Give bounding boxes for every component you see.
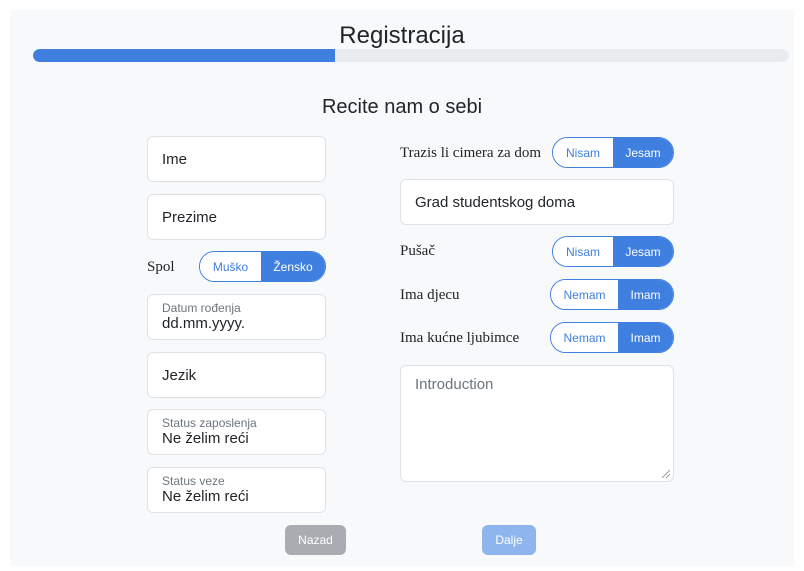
gender-option-male[interactable]: Muško bbox=[200, 252, 261, 281]
next-button[interactable]: Dalje bbox=[482, 525, 536, 555]
progress-bar-fill bbox=[33, 49, 336, 62]
first-name-input[interactable]: Ime bbox=[147, 136, 326, 182]
dorm-city-input[interactable]: Grad studentskog doma bbox=[400, 179, 674, 225]
pets-option-yes[interactable]: Imam bbox=[618, 323, 673, 352]
section-title: Recite nam o sebi bbox=[321, 96, 483, 118]
employment-status-value: Ne želim reći bbox=[162, 430, 249, 447]
roommate-option-no[interactable]: Nisam bbox=[553, 138, 613, 167]
registration-card: Registracija Recite nam o sebi Ime Prezi… bbox=[10, 10, 794, 566]
children-label: Ima djecu bbox=[400, 287, 460, 303]
relationship-status-select[interactable]: Status veze Ne želim reći bbox=[147, 467, 326, 513]
children-option-no[interactable]: Nemam bbox=[551, 280, 618, 309]
page-title: Registracija bbox=[339, 22, 465, 49]
smoker-toggle: Nisam Jesam bbox=[552, 236, 674, 267]
relationship-status-value: Ne želim reći bbox=[162, 488, 249, 505]
roommate-label: Trazis li cimera za dom bbox=[400, 145, 542, 161]
gender-option-female[interactable]: Žensko bbox=[261, 252, 325, 281]
language-input[interactable]: Jezik bbox=[147, 352, 326, 398]
gender-label: Spol bbox=[147, 259, 175, 275]
employment-status-select[interactable]: Status zaposlenja Ne želim reći bbox=[147, 409, 326, 455]
smoker-option-yes[interactable]: Jesam bbox=[613, 237, 673, 266]
last-name-placeholder: Prezime bbox=[162, 208, 218, 226]
first-name-placeholder: Ime bbox=[162, 150, 188, 168]
last-name-input[interactable]: Prezime bbox=[147, 194, 326, 240]
pets-option-no[interactable]: Nemam bbox=[551, 323, 618, 352]
back-button[interactable]: Nazad bbox=[285, 525, 346, 555]
roommate-option-yes[interactable]: Jesam bbox=[613, 138, 673, 167]
smoker-option-no[interactable]: Nisam bbox=[553, 237, 613, 266]
introduction-placeholder: Introduction bbox=[415, 376, 494, 393]
introduction-textarea[interactable]: Introduction bbox=[400, 365, 674, 482]
progress-bar bbox=[33, 49, 789, 62]
pets-toggle: Nemam Imam bbox=[550, 322, 674, 353]
date-of-birth-input[interactable]: Datum rođenja dd.mm.yyyy. bbox=[147, 294, 326, 340]
resize-grip-icon[interactable] bbox=[662, 470, 670, 478]
smoker-label: Pušač bbox=[400, 243, 435, 259]
language-placeholder: Jezik bbox=[162, 366, 197, 384]
roommate-toggle: Nisam Jesam bbox=[552, 137, 674, 168]
children-toggle: Nemam Imam bbox=[550, 279, 674, 310]
gender-toggle: Muško Žensko bbox=[199, 251, 326, 282]
dorm-city-placeholder: Grad studentskog doma bbox=[415, 193, 576, 211]
relationship-status-label: Status veze bbox=[162, 474, 225, 488]
employment-status-label: Status zaposlenja bbox=[162, 416, 257, 430]
pets-label: Ima kućne ljubimce bbox=[400, 330, 520, 346]
date-of-birth-value: dd.mm.yyyy. bbox=[162, 315, 246, 332]
date-of-birth-label: Datum rođenja bbox=[162, 301, 241, 315]
children-option-yes[interactable]: Imam bbox=[618, 280, 673, 309]
